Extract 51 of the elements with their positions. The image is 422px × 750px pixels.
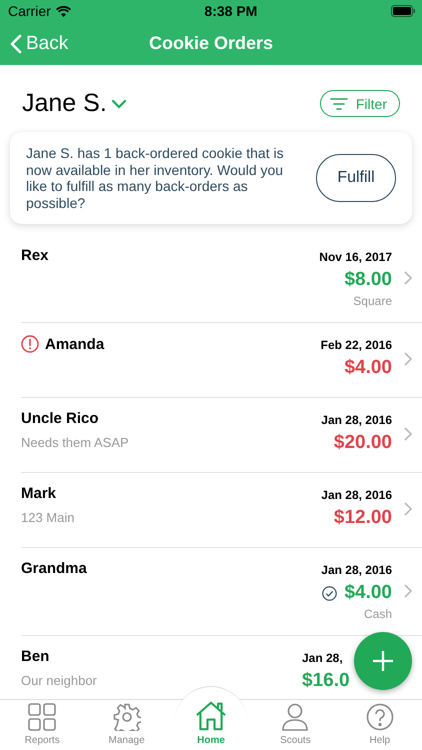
screen-title: Cookie Orders [148,33,274,54]
filter-button[interactable]: Filter [320,90,400,117]
tab[interactable]: Scouts [253,700,338,750]
payment-method: Square [353,294,392,308]
scout-name[interactable]: Jane S. [22,89,107,118]
chevron-right-icon[interactable] [404,427,412,441]
customer-name: Uncle Rico [21,410,99,427]
customer-name: Mark [21,485,56,502]
order-date: Jan 28, [302,651,343,665]
order-date: Jan 28, 2016 [321,563,392,577]
tab[interactable]: Help [338,700,422,750]
order-amount: $4.00 [344,357,392,379]
customer-name: Ben [21,648,50,665]
payment-method: Cash [364,607,392,621]
carrier-label: Carrier [8,3,51,19]
customer-name: Rex [21,247,49,264]
order-amount: $12.00 [334,507,392,529]
help-icon [366,703,394,731]
order-amount: $20.00 [334,432,392,454]
wifi-icon [56,6,71,16]
order-date: Nov 16, 2017 [319,250,392,264]
order-date: Jan 28, 2016 [321,413,392,427]
banner-message: Jane S. has 1 back-ordered cookie that is now available in her inventory. Would you like to fulfill as many back-orders as possible? [26,145,285,211]
order-date: Feb 22, 2016 [320,338,392,352]
order-date: Jan 28, 2016 [321,488,392,502]
add-button[interactable] [354,632,412,690]
fulfill-button[interactable]: Fulfill [316,154,396,202]
customer-name: Amanda [45,336,104,352]
order-note: Needs them ASAP [21,435,130,450]
tab[interactable]: Reports [0,700,84,750]
battery-icon [390,5,416,17]
clock: 8:38 PM [204,3,258,19]
order-note: Our neighbor [21,673,98,688]
back-button[interactable]: Back [10,32,68,54]
grid-icon [28,703,56,731]
chevron-right-icon[interactable] [404,270,412,284]
chevron-right-icon[interactable] [404,584,412,598]
chevron-right-icon[interactable] [404,352,412,366]
settings-icon [112,703,141,731]
order-amount: $16.0 [302,670,350,692]
order-note: 123 Main [21,510,76,525]
plus-icon [372,650,394,672]
back-icon [10,34,22,54]
order-amount: $4.00 [344,582,392,604]
chevron-right-icon[interactable] [404,502,412,516]
order-amount: $8.00 [344,269,392,291]
customer-name: Grandma [21,560,87,577]
chevron-down-icon[interactable] [110,98,127,108]
filter-icon [330,98,348,110]
tab[interactable]: Manage [84,700,169,750]
person-icon [281,703,310,731]
